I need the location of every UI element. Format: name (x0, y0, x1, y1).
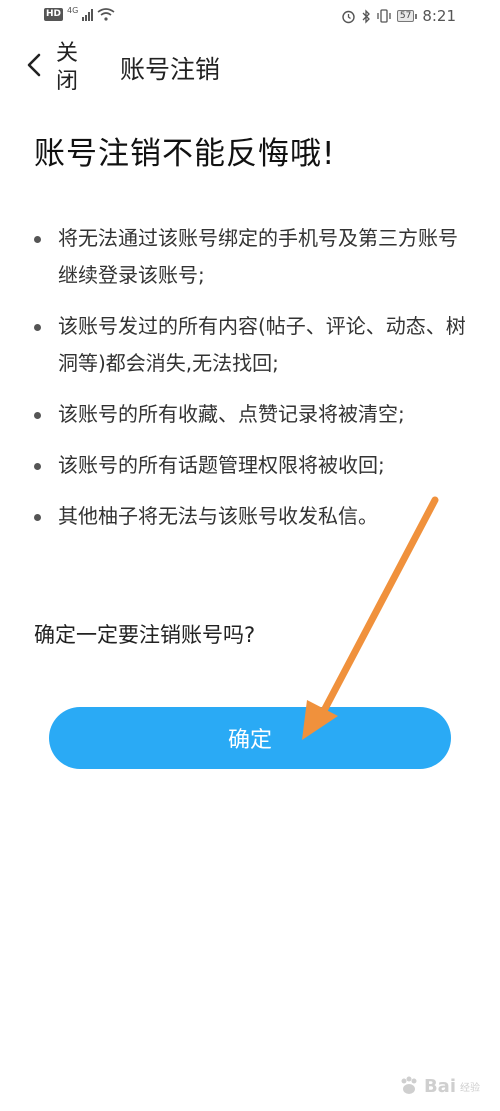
consequence-list: 将无法通过该账号绑定的手机号及第三方账号继续登录该账号; 该账号发过的所有内容(… (34, 220, 474, 549)
wifi-icon (97, 8, 115, 21)
bluetooth-icon (362, 8, 370, 24)
list-item: 该账号发过的所有内容(帖子、评论、动态、树洞等)都会消失,无法找回; (34, 308, 474, 382)
close-button[interactable]: 关闭 (56, 40, 80, 96)
status-bar: HD 4G 57 8:21 (0, 0, 500, 34)
confirm-question: 确定一定要注销账号吗? (34, 623, 256, 647)
watermark: Bai 经验 (398, 1075, 480, 1097)
list-item: 该账号的所有话题管理权限将被收回; (34, 447, 474, 484)
list-item: 其他柚子将无法与该账号收发私信。 (34, 498, 474, 535)
network-type: 4G (67, 5, 79, 15)
warning-heading: 账号注销不能反悔哦! (34, 136, 336, 172)
clock: 8:21 (422, 7, 456, 25)
alarm-icon (342, 10, 355, 23)
watermark-sub: 经验 (460, 1082, 480, 1094)
status-right: 57 8:21 (341, 7, 456, 25)
battery-icon: 57 (396, 10, 418, 22)
vibrate-icon (377, 9, 391, 23)
back-arrow-icon[interactable] (22, 50, 48, 80)
page-title: 账号注销 (120, 55, 221, 84)
signal-icon (82, 8, 94, 21)
title-bar: 关闭 账号注销 (0, 34, 500, 100)
hd-badge: HD (44, 8, 64, 21)
list-item: 将无法通过该账号绑定的手机号及第三方账号继续登录该账号; (34, 220, 474, 294)
watermark-text: Bai (423, 1075, 456, 1097)
status-left: HD 4G (44, 5, 115, 21)
list-item: 该账号的所有收藏、点赞记录将被清空; (34, 396, 474, 433)
battery-level: 57 (396, 10, 415, 22)
confirm-button[interactable]: 确定 (49, 707, 451, 769)
paw-icon (401, 1076, 417, 1094)
